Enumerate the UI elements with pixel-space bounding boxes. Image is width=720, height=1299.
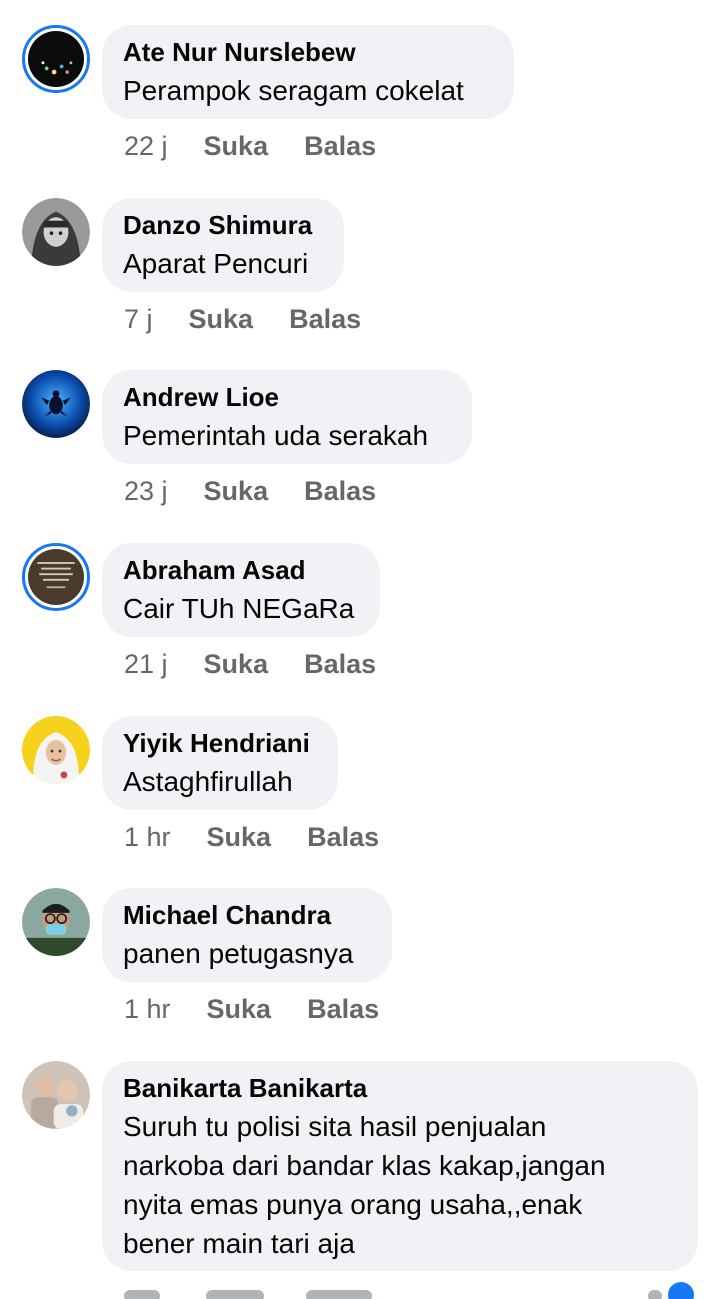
avatar[interactable] — [22, 888, 90, 956]
partial-like-stub[interactable] — [206, 1290, 264, 1299]
avatar[interactable] — [22, 370, 90, 438]
avatar[interactable] — [22, 25, 90, 93]
avatar-hijab-woman-icon — [22, 716, 90, 784]
comment-actions: 22 j Suka Balas — [124, 130, 376, 162]
partial-time-stub — [124, 1290, 160, 1299]
comment-feed: Ate Nur Nurslebew Perampok seragam cokel… — [0, 0, 720, 1299]
comment-actions: 23 j Suka Balas — [124, 475, 376, 507]
avatar-masked-man-icon — [22, 888, 90, 956]
comment-time[interactable]: 22 j — [124, 130, 168, 162]
like-reaction-icon[interactable] — [668, 1282, 694, 1299]
comment-time[interactable]: 23 j — [124, 475, 168, 507]
comment-text: Aparat Pencuri — [123, 248, 309, 279]
partial-count-stub — [648, 1290, 662, 1299]
like-button[interactable]: Suka — [207, 993, 272, 1025]
reply-button[interactable]: Balas — [307, 821, 379, 853]
like-button[interactable]: Suka — [207, 821, 272, 853]
avatar[interactable] — [22, 198, 90, 266]
comment-author[interactable]: Andrew Lioe — [123, 382, 450, 412]
comment-bubble: Andrew Lioe Pemerintah uda serakah — [102, 370, 472, 464]
comment-actions: 1 hr Suka Balas — [124, 993, 379, 1025]
comment-text: Suruh tu polisi sita hasil penjualan nar… — [123, 1107, 676, 1263]
reply-button[interactable]: Balas — [304, 130, 376, 162]
like-button[interactable]: Suka — [204, 648, 269, 680]
comment-text: Pemerintah uda serakah — [123, 420, 429, 451]
comment-actions: 1 hr Suka Balas — [124, 821, 379, 853]
comment-text-line: Suruh tu polisi sita hasil penjualan — [123, 1111, 547, 1142]
comment-actions: 21 j Suka Balas — [124, 648, 376, 680]
comment-bubble: Banikarta Banikarta Suruh tu polisi sita… — [102, 1061, 698, 1271]
like-button[interactable]: Suka — [189, 303, 254, 335]
partial-reply-stub[interactable] — [306, 1290, 372, 1299]
like-button[interactable]: Suka — [204, 475, 269, 507]
comment-text-line: narkoba dari bandar klas kakap,jangan — [123, 1150, 606, 1181]
comment-author[interactable]: Michael Chandra — [123, 900, 370, 930]
avatar[interactable] — [22, 716, 90, 784]
comment-text-line: bener main tari aja — [123, 1228, 355, 1259]
comment-text: panen petugasnya — [123, 938, 354, 969]
comment-author[interactable]: Banikarta Banikarta — [123, 1073, 676, 1103]
comment-bubble: Ate Nur Nurslebew Perampok seragam cokel… — [102, 25, 514, 119]
comment-text: Cair TUh NEGaRa — [123, 593, 355, 624]
reply-button[interactable]: Balas — [289, 303, 361, 335]
comment-author[interactable]: Yiyik Hendriani — [123, 728, 316, 758]
avatar-night-sky-icon — [28, 31, 84, 87]
comment-bubble: Yiyik Hendriani Astaghfirullah — [102, 716, 338, 810]
reply-button[interactable]: Balas — [307, 993, 379, 1025]
comment-author[interactable]: Abraham Asad — [123, 555, 358, 585]
comment-time[interactable]: 1 hr — [124, 993, 171, 1025]
avatar-hooded-figure-icon — [22, 198, 90, 266]
avatar-sea-turtle-icon — [22, 370, 90, 438]
comment-author[interactable]: Danzo Shimura — [123, 210, 322, 240]
comment-time[interactable]: 1 hr — [124, 821, 171, 853]
comment-author[interactable]: Ate Nur Nurslebew — [123, 37, 492, 67]
comment-time[interactable]: 21 j — [124, 648, 168, 680]
reply-button[interactable]: Balas — [304, 475, 376, 507]
avatar[interactable] — [22, 543, 90, 611]
comment-time[interactable]: 7 j — [124, 303, 153, 335]
comment-bubble: Michael Chandra panen petugasnya — [102, 888, 392, 982]
avatar[interactable] — [22, 1061, 90, 1129]
comment-actions: 7 j Suka Balas — [124, 303, 361, 335]
comment-bubble: Danzo Shimura Aparat Pencuri — [102, 198, 344, 292]
comment-text: Perampok seragam cokelat — [123, 75, 464, 106]
avatar-family-photo-icon — [22, 1061, 90, 1129]
comment-text-line: nyita emas punya orang usaha,,enak — [123, 1189, 583, 1220]
avatar-quote-image-icon — [28, 549, 84, 605]
like-button[interactable]: Suka — [204, 130, 269, 162]
reply-button[interactable]: Balas — [304, 648, 376, 680]
comment-bubble: Abraham Asad Cair TUh NEGaRa — [102, 543, 380, 637]
comment-text: Astaghfirullah — [123, 766, 293, 797]
partial-comment-actions — [0, 1282, 720, 1299]
